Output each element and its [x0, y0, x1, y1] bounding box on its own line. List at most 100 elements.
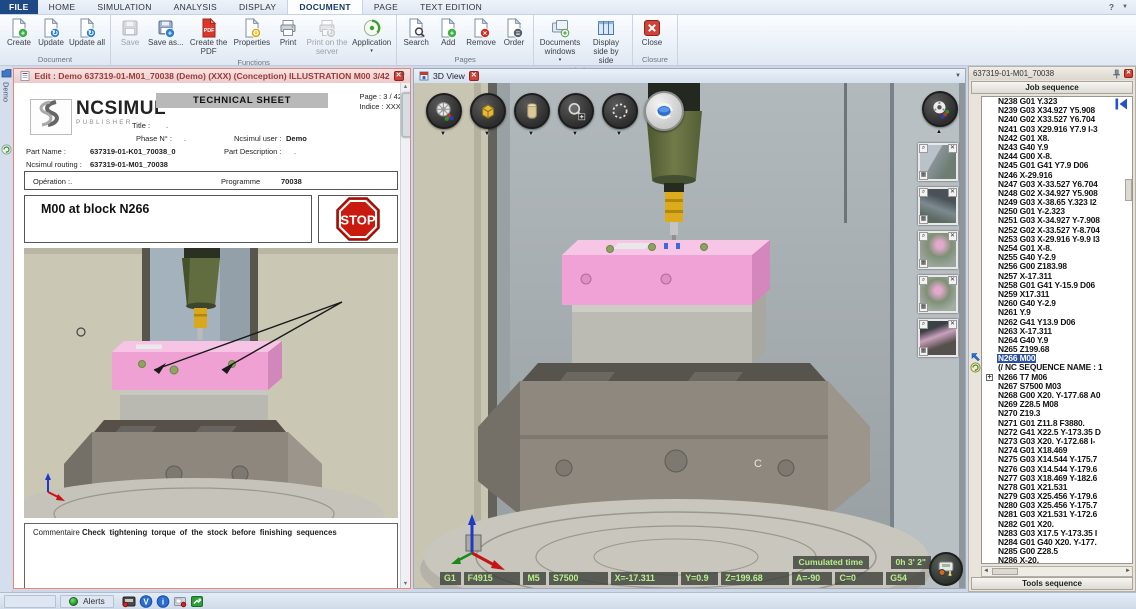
gcode-line[interactable]: N260 G40 Y-2.9 [982, 299, 1132, 308]
close-icon[interactable]: ✕ [469, 71, 479, 81]
document-scrollbar[interactable]: ▲ ▼ [400, 83, 410, 588]
gcode-line[interactable]: (/ NC SEQUENCE NAME : 1 [982, 363, 1132, 372]
gcode-line[interactable]: N273 G03 X20. Y-172.68 I- [982, 437, 1132, 446]
gcode-line[interactable]: N257 X-17.311 [982, 272, 1132, 281]
ribbon-button-order[interactable]: ≡Order [498, 16, 530, 48]
history-icon[interactable] [1, 144, 12, 155]
tab-analysis[interactable]: ANALYSIS [163, 0, 228, 14]
gcode-line[interactable]: N274 G01 X18.469 [982, 446, 1132, 455]
gcode-line[interactable]: N267 S7500 M03 [982, 382, 1132, 391]
dropdown-caret-icon[interactable]: ▼ [484, 131, 490, 137]
thumbnail-grid-icon[interactable]: ▦ [919, 347, 928, 356]
gcode-line[interactable]: N253 G03 X-29.916 Y-9.9 I3 [982, 235, 1132, 244]
tab-simulation[interactable]: SIMULATION [86, 0, 162, 14]
gcode-line[interactable]: N285 G00 Z28.5 [982, 547, 1132, 556]
horizontal-scrollbar[interactable]: ◄ ► [981, 566, 1133, 577]
ribbon-button-create[interactable]: +Create [3, 16, 35, 48]
machine-status-widget[interactable] [929, 552, 963, 586]
scrollbar-thumb[interactable] [1125, 179, 1132, 201]
stock-view-button[interactable] [514, 93, 550, 129]
gcode-line[interactable]: N241 G03 X29.916 Y7.9 I-3 [982, 125, 1132, 134]
gcode-line[interactable]: N268 G00 X20. Y-177.68 A0 [982, 391, 1132, 400]
scrollbar-thumb[interactable] [402, 93, 410, 137]
gcode-line[interactable]: N262 G41 Y13.9 D06 [982, 318, 1132, 327]
ribbon-button-close[interactable]: Close [636, 16, 668, 48]
gcode-line[interactable]: N269 Z28.5 M08 [982, 400, 1132, 409]
thumbnail-grid-icon[interactable]: ▦ [919, 259, 928, 268]
gcode-line[interactable]: N251 G03 X-34.927 Y-7.908 [982, 216, 1132, 225]
gcode-line[interactable]: N264 G40 Y.9 [982, 336, 1132, 345]
thumbnail-zoom-icon[interactable]: ⌕ [919, 144, 928, 153]
gcode-line[interactable]: N286 X-20. [982, 556, 1132, 564]
scroll-up-icon[interactable]: ▲ [401, 84, 410, 90]
pin-icon[interactable] [1112, 69, 1121, 79]
thumbnail-grid-icon[interactable]: ▦ [919, 215, 928, 224]
expand-thumbnails-caret-icon[interactable]: ▲ [936, 129, 942, 135]
gcode-line[interactable]: N238 G01 Y.323 [982, 97, 1132, 106]
gcode-line[interactable]: N256 G00 Z183.98 [982, 262, 1132, 271]
gcode-line[interactable]: N272 G41 X22.5 Y-173.35 D [982, 428, 1132, 437]
ribbon-button-documents-windows[interactable]: Documents windows▾ [537, 16, 583, 63]
dock-tab-demo[interactable]: Demo [2, 82, 11, 102]
go-to-first-icon[interactable] [1114, 97, 1128, 111]
solid-view-button[interactable] [470, 93, 506, 129]
ribbon-button-remove[interactable]: ×Remove [464, 16, 498, 48]
snapshot-thumbnail[interactable]: ⌕✕▦ [918, 231, 958, 269]
gcode-line[interactable]: N255 G40 Y-2.9 [982, 253, 1132, 262]
gcode-line[interactable]: N247 G03 X-33.527 Y6.704 [982, 180, 1132, 189]
expand-icon[interactable]: + [986, 374, 993, 381]
gcode-list[interactable]: N238 G01 Y.323N239 G03 X34.927 Y5.908N24… [981, 96, 1133, 564]
scroll-right-icon[interactable]: ► [1125, 568, 1131, 574]
ribbon-button-update[interactable]: ↻Update [35, 16, 67, 48]
thumbnail-zoom-icon[interactable]: ⌕ [919, 276, 928, 285]
ribbon-button-search[interactable]: Search [400, 16, 432, 48]
gcode-line[interactable]: N246 X-29.916 [982, 171, 1132, 180]
gcode-line[interactable]: N250 G01 Y-2.323 [982, 207, 1132, 216]
scroll-down-icon[interactable]: ▼ [401, 581, 410, 587]
dropdown-caret-icon[interactable]: ▼ [616, 131, 622, 137]
thumbnail-zoom-icon[interactable]: ⌕ [919, 188, 928, 197]
gcode-line[interactable]: N266 M00 [982, 354, 1132, 363]
view3d-viewport[interactable]: C ▼ ▼ ▼ ▼ ▼ [414, 83, 965, 588]
tools-sequence-button[interactable]: Tools sequence [971, 577, 1133, 590]
thumbnail-zoom-icon[interactable]: ⌕ [919, 232, 928, 241]
folder-icon[interactable] [1, 68, 12, 78]
tab-home[interactable]: HOME [38, 0, 87, 14]
gcode-line[interactable]: N239 G03 X34.927 Y5.908 [982, 106, 1132, 115]
gcode-line[interactable]: N254 G01 X-8. [982, 244, 1132, 253]
snapshot-thumbnail[interactable]: ⌕✕▦ [918, 143, 958, 181]
snapshot-thumbnail[interactable]: ⌕✕▦ [918, 187, 958, 225]
dropdown-caret-icon[interactable]: ▼ [572, 131, 578, 137]
gcode-line[interactable]: N261 Y.9 [982, 308, 1132, 317]
camera-alert-icon[interactable] [173, 595, 187, 608]
gcode-line[interactable]: N243 G40 Y.9 [982, 143, 1132, 152]
selection-button[interactable] [602, 93, 638, 129]
gcode-line[interactable]: N252 G02 X-33.527 Y-8.704 [982, 226, 1132, 235]
orientation-button[interactable] [922, 91, 958, 127]
panel-titlebar[interactable]: 637319-01-M01_70038 ✕ [969, 67, 1135, 80]
gcode-line[interactable]: N270 Z19.3 [982, 409, 1132, 418]
thumbnail-grid-icon[interactable]: ▦ [919, 171, 928, 180]
tab-text-edition[interactable]: TEXT EDITION [409, 0, 493, 14]
gcode-line[interactable]: N281 G03 X21.531 Y-172.6 [982, 510, 1132, 519]
gcode-line[interactable]: N271 G01 Z11.8 F3880. [982, 419, 1132, 428]
tab-document[interactable]: DOCUMENT [287, 0, 363, 14]
ribbon-button-create-the-pdf[interactable]: PDFCreate the PDF [186, 16, 232, 57]
gcode-line[interactable]: N249 G03 X-38.65 Y.323 I2 [982, 198, 1132, 207]
gcode-line[interactable]: N240 G02 X33.527 Y6.704 [982, 115, 1132, 124]
ribbon-button-print-on-the-server[interactable]: ↻Print on the server [304, 16, 350, 57]
gcode-line[interactable]: N248 G02 X-34.927 Y5.908 [982, 189, 1132, 198]
gcode-line[interactable]: N284 G01 G40 X20. Y-177. [982, 538, 1132, 547]
tab-display[interactable]: DISPLAY [228, 0, 287, 14]
dropdown-caret-icon[interactable]: ▼ [528, 131, 534, 137]
scrollbar-thumb[interactable] [992, 568, 1018, 575]
ribbon-button-display-side-by-side[interactable]: Display side by side [583, 16, 629, 65]
gcode-line[interactable]: N279 G03 X25.456 Y-179.6 [982, 492, 1132, 501]
tab-file[interactable]: FILE [0, 0, 38, 14]
dropdown-caret-icon[interactable]: ▼ [440, 131, 446, 137]
rotate-view-button[interactable] [644, 91, 684, 131]
help-icon[interactable]: ? [1109, 2, 1114, 12]
ribbon-button-print[interactable]: Print [272, 16, 304, 48]
ribbon-button-add[interactable]: +Add [432, 16, 464, 48]
gcode-line[interactable]: N275 G03 X14.544 Y-175.7 [982, 455, 1132, 464]
